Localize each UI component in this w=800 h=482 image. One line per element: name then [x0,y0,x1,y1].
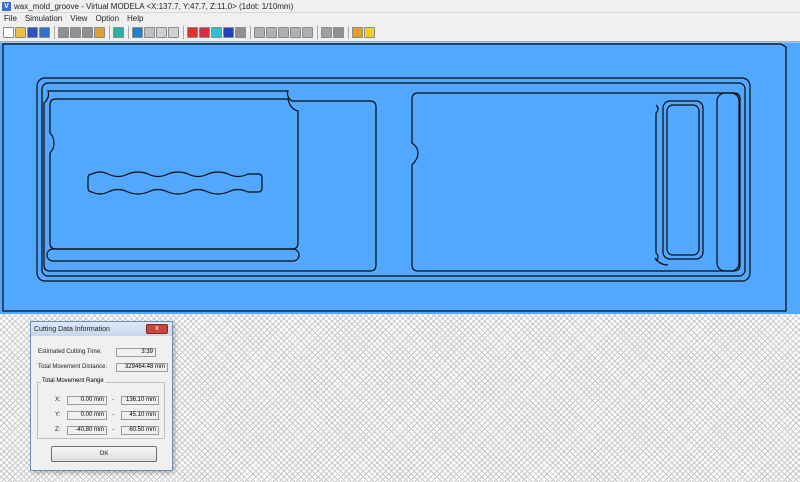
x-label: X: [55,397,61,403]
menu-view[interactable]: View [66,14,91,23]
dialog-title-bar: Cutting Data Information x [31,322,172,336]
new-icon[interactable] [3,27,14,38]
menu-simulation[interactable]: Simulation [21,14,66,23]
blue-box-icon[interactable] [223,27,234,38]
x-separator: - [112,397,114,403]
z-max-field: 60.50 mm [121,426,159,435]
rotate-icon[interactable] [302,27,313,38]
toolbar-separator [348,26,349,39]
cutting-data-icon[interactable] [94,27,105,38]
total-distance-field: 329464.48 mm [116,363,168,372]
menu-file[interactable]: File [0,14,21,23]
zoom-area-icon[interactable] [290,27,301,38]
sphere-icon[interactable] [235,27,246,38]
toolbar [0,24,800,42]
toolbar-separator [183,26,184,39]
window-title: wax_mold_groove - Virtual MODELA <X:137.… [14,1,294,11]
tool-icon[interactable] [144,27,155,38]
toolbar-separator [109,26,110,39]
red-box-icon[interactable] [187,27,198,38]
estimated-time-field: 3:39 [116,348,156,357]
menu-help[interactable]: Help [123,14,147,23]
menu-option[interactable]: Option [91,14,123,23]
close-button[interactable]: x [146,324,168,334]
play-icon[interactable] [70,27,81,38]
y-min-field: 0.00 mm [67,411,107,420]
shade-icon[interactable] [113,27,124,38]
y-max-field: 45.10 mm [121,411,159,420]
toolbar-separator [317,26,318,39]
path-icon[interactable] [168,27,179,38]
z-min-field: -40.80 mm [67,426,107,435]
dialog-title: Cutting Data Information [34,325,110,333]
x-max-field: 136.10 mm [121,396,159,405]
view-front-icon[interactable] [333,27,344,38]
line-icon[interactable] [156,27,167,38]
z-label: Z: [55,427,61,433]
y-separator: - [112,412,114,418]
reload-icon[interactable] [39,27,50,38]
step-icon[interactable] [82,27,93,38]
toolbar-separator [128,26,129,39]
total-distance-label: Total Movement Distance: [38,364,108,370]
menu-bar: File Simulation View Option Help [0,13,800,24]
cyan-box-icon[interactable] [211,27,222,38]
palette-icon[interactable] [352,27,363,38]
y-label: Y: [55,412,61,418]
zoom-in-icon[interactable] [254,27,265,38]
contour-icon[interactable] [132,27,143,38]
estimated-time-label: Estimated Cutting Time: [38,349,102,355]
range-group-label: Total Movement Range [41,378,105,384]
ok-button[interactable]: OK [51,446,157,462]
v-logo-icon: V [2,1,11,11]
zoom-out-icon[interactable] [266,27,277,38]
part-outline [2,43,787,312]
title-bar: V wax_mold_groove - Virtual MODELA <X:13… [0,0,800,13]
toolbar-separator [250,26,251,39]
x-min-field: 0.00 mm [67,396,107,405]
open-icon[interactable] [15,27,26,38]
red-white-icon[interactable] [199,27,210,38]
save-icon[interactable] [27,27,38,38]
cutting-data-dialog: Cutting Data Information x Estimated Cut… [30,321,173,471]
stop-icon[interactable] [58,27,69,38]
simulation-viewport[interactable] [0,42,800,314]
light-icon[interactable] [364,27,375,38]
toolbar-separator [54,26,55,39]
zoom-fit-icon[interactable] [278,27,289,38]
z-separator: - [112,427,114,433]
view-top-icon[interactable] [321,27,332,38]
